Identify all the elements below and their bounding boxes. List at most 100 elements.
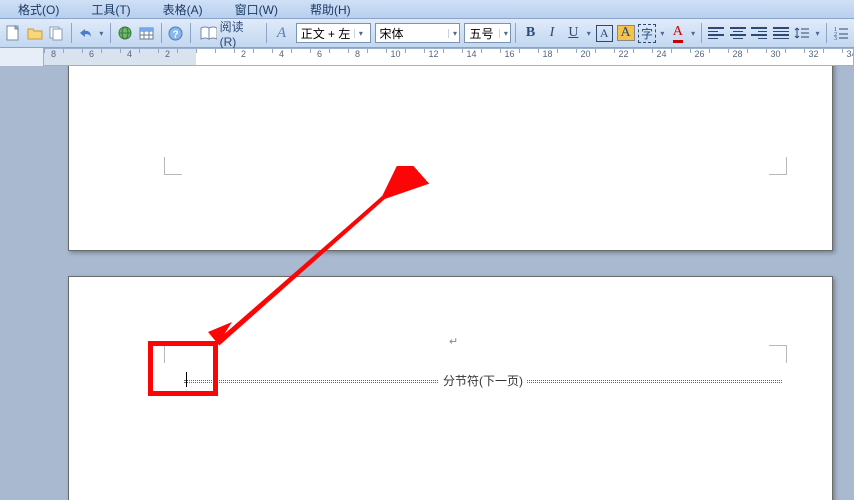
ruler-tick: 14 xyxy=(462,49,481,65)
section-break-indicator: 分节符(下一页) xyxy=(184,380,782,383)
chevron-down-icon: ▾ xyxy=(499,29,508,38)
ruler-tick xyxy=(519,49,538,65)
ruler-tick xyxy=(101,49,120,65)
copy-button[interactable] xyxy=(46,22,67,44)
font-color-dropdown[interactable]: ▾ xyxy=(689,29,697,38)
ruler-tick xyxy=(291,49,310,65)
horizontal-ruler[interactable]: 8642246810121416182022242628303234363840… xyxy=(43,48,854,66)
link-button[interactable] xyxy=(114,22,135,44)
undo-icon xyxy=(79,27,93,39)
help-button[interactable]: ? xyxy=(165,22,186,44)
copy-icon xyxy=(49,26,64,41)
table-icon xyxy=(139,27,154,40)
globe-icon xyxy=(117,26,133,40)
margin-marker-br xyxy=(769,157,787,175)
svg-text:3: 3 xyxy=(834,36,837,40)
font-color-button[interactable]: A xyxy=(668,22,688,44)
ruler-tick xyxy=(63,49,82,65)
numbered-list-button[interactable]: 123 xyxy=(831,22,851,44)
help-icon: ? xyxy=(168,26,183,41)
font-family-value: 宋体 xyxy=(380,25,404,42)
ruler-tick: 30 xyxy=(766,49,785,65)
ruler-tick xyxy=(785,49,804,65)
style-a-button[interactable]: A xyxy=(271,22,292,44)
ruler-tick: 16 xyxy=(500,49,519,65)
book-open-icon xyxy=(200,26,217,40)
ruler-tick: 6 xyxy=(310,49,329,65)
underline-button[interactable]: U xyxy=(563,22,583,44)
menu-table[interactable]: 表格(A) xyxy=(147,0,219,20)
ruler-tick xyxy=(329,49,348,65)
font-size-value: 五号 xyxy=(469,25,493,42)
ruler-tick: 24 xyxy=(652,49,671,65)
align-right-icon xyxy=(751,27,767,39)
ruler-tick xyxy=(215,49,234,65)
ruler-tick xyxy=(405,49,424,65)
blank-page-icon xyxy=(6,25,20,41)
page-2[interactable]: ↵ 分节符(下一页) xyxy=(68,276,833,500)
font-family-select[interactable]: 宋体 ▾ xyxy=(375,23,461,43)
underline-dropdown[interactable]: ▾ xyxy=(585,29,593,38)
ruler-tick: 8 xyxy=(348,49,367,65)
page-1[interactable] xyxy=(68,66,833,251)
align-left-button[interactable] xyxy=(706,22,726,44)
menu-help[interactable]: 帮助(H) xyxy=(294,0,367,20)
bold-button[interactable]: B xyxy=(520,22,540,44)
align-right-button[interactable] xyxy=(749,22,769,44)
ruler-tick: 18 xyxy=(538,49,557,65)
ruler-tick xyxy=(823,49,842,65)
ruler-tick xyxy=(367,49,386,65)
ruler-tick: 4 xyxy=(272,49,291,65)
menu-bar: 格式(O) 工具(T) 表格(A) 窗口(W) 帮助(H) xyxy=(0,0,854,19)
highlight-button[interactable]: A xyxy=(615,22,635,44)
font-size-select[interactable]: 五号 ▾ xyxy=(464,23,511,43)
folder-icon xyxy=(27,26,43,40)
section-break-label: 分节符(下一页) xyxy=(439,372,527,389)
chevron-down-icon: ▾ xyxy=(354,29,363,38)
ruler-tick xyxy=(709,49,728,65)
align-justify-icon xyxy=(773,27,789,39)
ruler-tick: 6 xyxy=(82,49,101,65)
menu-tools[interactable]: 工具(T) xyxy=(75,0,146,20)
text-effect-button[interactable]: A xyxy=(594,22,614,44)
folder-button[interactable] xyxy=(25,22,46,44)
ruler-tick: 2 xyxy=(158,49,177,65)
ruler-tick xyxy=(671,49,690,65)
line-spacing-button[interactable] xyxy=(792,22,812,44)
line-spacing-dropdown[interactable]: ▾ xyxy=(813,29,821,38)
ruler-tick: 12 xyxy=(424,49,443,65)
margin-marker-tl xyxy=(164,345,182,363)
align-center-icon xyxy=(730,27,746,39)
ruler-tick: 2 xyxy=(234,49,253,65)
ruler-tick: 28 xyxy=(728,49,747,65)
ruler-tick xyxy=(481,49,500,65)
document-workspace[interactable]: ↵ 分节符(下一页) xyxy=(0,66,854,500)
undo-dropdown[interactable]: ▾ xyxy=(97,29,105,38)
italic-button[interactable]: I xyxy=(542,22,562,44)
chevron-down-icon: ▾ xyxy=(448,29,457,38)
style-a-icon: A xyxy=(277,25,286,42)
ruler-tick xyxy=(196,49,215,65)
ruler-tick xyxy=(139,49,158,65)
read-mode-button[interactable]: 阅读(R) xyxy=(195,22,262,44)
ruler-tick xyxy=(557,49,576,65)
paragraph-style-value: 正文 + 左 xyxy=(301,25,351,42)
menu-format[interactable]: 格式(O) xyxy=(2,0,75,20)
ruler-tick: 22 xyxy=(614,49,633,65)
ruler-tick: 8 xyxy=(44,49,63,65)
ruler-tick xyxy=(747,49,766,65)
ruler-tick xyxy=(595,49,614,65)
paragraph-style-select[interactable]: 正文 + 左 ▾ xyxy=(296,23,371,43)
paragraph-mark-icon: ↵ xyxy=(449,335,458,348)
ruler-tick: 34 xyxy=(842,49,854,65)
char-border-button[interactable]: 字 xyxy=(637,22,657,44)
char-dropdown[interactable]: ▾ xyxy=(658,29,666,38)
table-button[interactable] xyxy=(136,22,157,44)
ruler-tick xyxy=(253,49,272,65)
new-doc-button[interactable] xyxy=(3,22,24,44)
align-left-icon xyxy=(708,27,724,39)
undo-button[interactable] xyxy=(76,22,97,44)
align-justify-button[interactable] xyxy=(771,22,791,44)
margin-marker-tr xyxy=(769,345,787,363)
align-center-button[interactable] xyxy=(728,22,748,44)
